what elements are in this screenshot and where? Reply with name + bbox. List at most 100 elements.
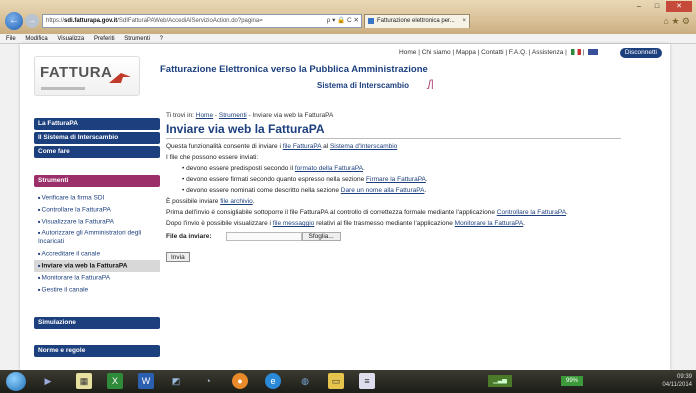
app-icon[interactable]: ◔ (200, 373, 216, 389)
after-text: Dopo l'invio è possibile visualizzare i … (166, 218, 646, 229)
separator: | (582, 49, 585, 56)
battery-indicator[interactable]: 99% (561, 376, 583, 386)
menu-favorites[interactable]: Preferiti (94, 36, 115, 42)
link-file-messaggio[interactable]: file messaggio (273, 220, 315, 227)
logo-tagline (41, 87, 85, 90)
top-links: Home | Chi siamo | Mappa | Contatti | F.… (399, 49, 598, 56)
link-firmare-fatturapa[interactable]: Firmare la FatturaPA (366, 176, 426, 183)
period: . (566, 209, 568, 216)
link-faq[interactable]: F.A.Q. (509, 49, 527, 56)
intro-text: Questa funzionalità consente di inviare … (166, 141, 646, 152)
site-subtitle: Sistema di Interscambio (317, 81, 410, 90)
internet-explorer-icon[interactable]: e (265, 373, 281, 389)
file-path-input[interactable] (225, 232, 302, 241)
sidebar-item-autorizzare[interactable]: Autorizzare gli Amministratori degli Inc… (34, 228, 160, 248)
link-file-archivio[interactable]: file archivio (220, 198, 253, 205)
logout-button[interactable]: Disconnetti (619, 48, 662, 58)
submit-button[interactable]: Invia (166, 252, 190, 262)
sidebar-item-monitorare[interactable]: Monitorare la FatturaPA (34, 272, 160, 284)
bullet-formato-text: devono essere predisposti secondo il (186, 165, 295, 172)
clock[interactable]: 09:39 04/11/2014 (662, 373, 692, 389)
sidebar-item-gestire-canale[interactable]: Gestire il canale (34, 284, 160, 296)
fatturapa-logo[interactable]: FATTURA (34, 56, 140, 96)
sidebar-button-sistema-interscambio[interactable]: Il Sistema di Interscambio (34, 132, 160, 144)
media-player-icon[interactable]: ▶ (40, 373, 56, 389)
separator: | (418, 49, 420, 56)
minimize-icon[interactable]: – (630, 1, 648, 12)
address-bar[interactable]: https://sdi.fatturapa.gov.it/SdIFatturaP… (42, 14, 362, 28)
sidebar-button-norme-regole[interactable]: Norme e regole (34, 345, 160, 357)
link-file-fatturapa[interactable]: file FatturaPA (283, 143, 322, 150)
close-window-icon[interactable]: ✕ (666, 1, 692, 12)
word-icon[interactable]: W (138, 373, 154, 389)
browser-titlebar: ← → https://sdi.fatturapa.gov.it/SdIFatt… (0, 0, 696, 34)
link-assistenza[interactable]: Assistenza (532, 49, 563, 56)
separator: | (505, 49, 508, 56)
sidebar-item-controllare[interactable]: Controllare la FatturaPA (34, 204, 160, 216)
maximize-icon[interactable]: □ (648, 1, 666, 12)
link-formato-fatturapa[interactable]: formato della FatturaPA (295, 165, 363, 172)
link-chi-siamo[interactable]: Chi siamo (422, 49, 451, 56)
menu-view[interactable]: Visualizza (57, 36, 84, 42)
page-background: FATTURA Home | Chi siamo | Mappa | Conta… (0, 44, 696, 370)
home-favorites-settings-icons[interactable]: ⌂ ★ ⚙ (663, 16, 690, 27)
close-tab-icon[interactable]: × (462, 15, 466, 28)
link-mappa[interactable]: Mappa (456, 49, 476, 56)
separator: | (565, 49, 567, 56)
notepad-icon[interactable]: ≡ (359, 373, 375, 389)
forward-icon[interactable]: → (25, 14, 39, 28)
start-button[interactable] (6, 372, 26, 391)
calculator-icon[interactable]: ▦ (76, 373, 92, 389)
period: . (523, 220, 525, 227)
after-text-a: Dopo l'invio è possibile visualizzare i (166, 220, 273, 227)
sidebar-item-inviare-web[interactable]: Inviare via web la FatturaPA (34, 260, 160, 272)
menu-edit[interactable]: Modifica (25, 36, 47, 42)
link-home[interactable]: Home (399, 49, 416, 56)
sidebar-section-strumenti[interactable]: Strumenti (34, 175, 160, 187)
excel-icon[interactable]: X (107, 373, 123, 389)
link-controllare-fatturapa[interactable]: Controllare la FatturaPA (497, 209, 566, 216)
sidebar-button-simulazione[interactable]: Simulazione (34, 317, 160, 329)
menu-help[interactable]: ? (160, 36, 163, 42)
period: . (425, 176, 428, 183)
address-tools-icons[interactable]: ρ ▾ 🔒 C ✕ (327, 15, 359, 27)
menu-tools[interactable]: Strumenti (124, 36, 150, 42)
archive-text-a: È possibile inviare (166, 198, 221, 205)
site-title: Fatturazione Elettronica verso la Pubbli… (160, 64, 428, 75)
separator: | (528, 49, 531, 56)
network-signal-icon[interactable]: ▁▃▅ (488, 375, 512, 387)
browse-button[interactable]: Sfoglia... (301, 232, 341, 241)
back-icon[interactable]: ← (5, 12, 23, 30)
file-label: File da inviare: (166, 233, 212, 240)
folder-icon[interactable]: ▭ (328, 373, 344, 389)
file-upload-row: File da inviare: Sfoglia... (166, 232, 646, 241)
chrome-icon[interactable]: ● (232, 373, 248, 389)
link-contatti[interactable]: Contatti (481, 49, 503, 56)
breadcrumb-home[interactable]: Home (196, 112, 213, 119)
breadcrumb: Ti trovi in: Home - Strumenti - Inviare … (166, 112, 646, 119)
sidebar-item-accreditare[interactable]: Accreditare il canale (34, 248, 160, 260)
english-flag-icon[interactable] (588, 49, 598, 56)
menu-file[interactable]: File (6, 36, 16, 42)
bullet-formato: devono essere predisposti secondo il for… (166, 163, 646, 174)
app-icon[interactable]: ◍ (297, 373, 313, 389)
browser-tab[interactable]: Fatturazione elettronica per... × (364, 14, 470, 28)
tab-label: Fatturazione elettronica per... (377, 18, 455, 24)
sidebar-item-visualizzare[interactable]: Visualizzare la FatturaPA (34, 216, 160, 228)
link-monitorare-fatturapa[interactable]: Monitorare la FatturaPA (455, 220, 524, 227)
separator: | (477, 49, 480, 56)
sidebar-button-come-fare[interactable]: Come fare (34, 146, 160, 158)
link-dare-nome[interactable]: Dare un nome alla FatturaPA (341, 187, 425, 194)
clock-date: 04/11/2014 (662, 382, 692, 388)
app-icon[interactable]: ◩ (168, 373, 184, 389)
sidebar-tools-list: Verificare la firma SDI Controllare la F… (34, 192, 160, 296)
bullet-firmare: devono essere firmati secondo quanto esp… (166, 174, 646, 185)
sidebar-item-verificare-firma[interactable]: Verificare la firma SDI (34, 192, 160, 204)
bullet-nome-text: devono essere nominati come descritto ne… (186, 187, 341, 194)
link-sistema-interscambio[interactable]: Sistema d'Interscambio (330, 143, 397, 150)
italian-flag-icon[interactable] (570, 49, 581, 56)
intro-text-a: Questa funzionalità consente di inviare … (166, 143, 283, 150)
separator: | (452, 49, 455, 56)
sidebar-button-la-fatturapa[interactable]: La FatturaPA (34, 118, 160, 130)
breadcrumb-strumenti[interactable]: Strumenti (219, 112, 247, 119)
